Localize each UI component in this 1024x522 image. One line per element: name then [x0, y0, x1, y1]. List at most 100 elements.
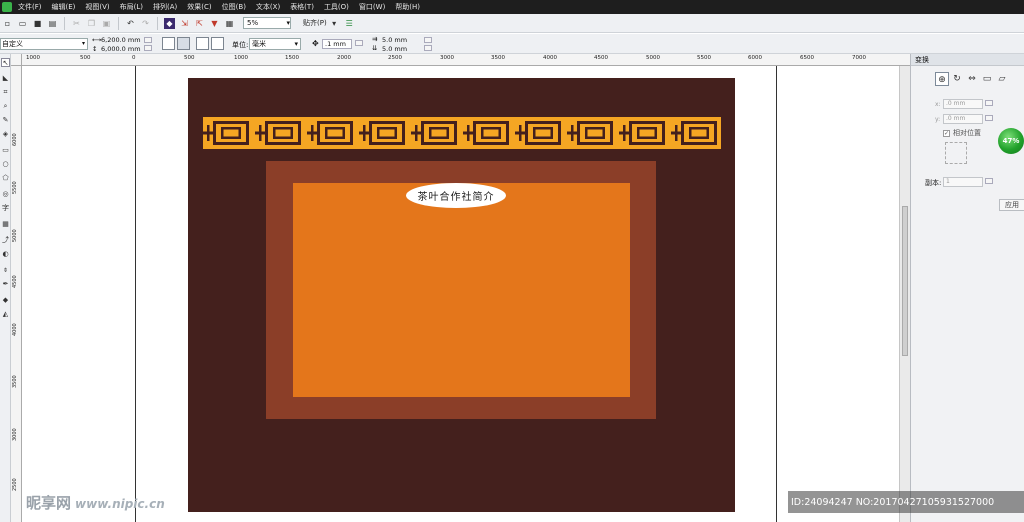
search-content-icon[interactable]: ◆	[164, 17, 175, 29]
units-select[interactable]: 毫米 ▾	[249, 38, 301, 50]
skew-tab-icon[interactable]: ▱	[995, 72, 1009, 86]
save-icon[interactable]: ■	[32, 18, 43, 29]
vertical-scrollbar[interactable]	[899, 66, 910, 522]
anchor-grid[interactable]	[945, 142, 967, 164]
duplicate-y-spinner[interactable]	[424, 45, 432, 51]
menu-tools[interactable]: 工具(O)	[324, 2, 349, 12]
fill-tool-icon[interactable]: ◆	[1, 296, 10, 305]
lattice-cut	[602, 127, 605, 139]
copy-icon[interactable]: ❐	[86, 18, 97, 29]
y-position-field[interactable]: .0 mm	[943, 114, 983, 124]
shape-tool-icon[interactable]: ◣	[1, 74, 10, 83]
duplicate-y-field[interactable]: 5.0 mm	[382, 45, 407, 53]
position-tab-icon[interactable]: ⊕	[935, 72, 949, 86]
page-preset-select[interactable]: 自定义 ▾	[0, 38, 88, 50]
export-icon[interactable]: ⇱	[194, 18, 205, 29]
duplicate-x-field[interactable]: 5.0 mm	[382, 36, 407, 44]
menu-view[interactable]: 视图(V)	[85, 2, 109, 12]
print-icon[interactable]: ▤	[47, 18, 58, 29]
connector-tool-icon[interactable]: ⤴	[1, 236, 10, 245]
intro-title-badge[interactable]: 茶叶合作社简介	[406, 183, 506, 208]
apply-button[interactable]: 应用	[999, 199, 1024, 211]
content-panel[interactable]	[293, 183, 630, 397]
lattice-cut	[506, 121, 509, 145]
menu-effects[interactable]: 效果(C)	[187, 2, 211, 12]
nudge-spinner[interactable]	[355, 40, 363, 46]
pick-tool-icon[interactable]: ↖	[1, 58, 10, 67]
ruler-origin[interactable]	[11, 54, 22, 66]
spiral-tool-icon[interactable]: ◎	[1, 190, 10, 199]
lattice-cut	[689, 127, 709, 130]
new-document-icon[interactable]: ▫	[2, 18, 13, 29]
lattice-cut	[519, 125, 522, 141]
lattice-border[interactable]	[203, 117, 721, 149]
progress-badge[interactable]: 47%	[998, 128, 1024, 154]
size-tab-icon[interactable]: ▭	[980, 72, 994, 86]
menu-table[interactable]: 表格(T)	[290, 2, 314, 12]
open-folder-icon[interactable]: ▭	[17, 18, 28, 29]
snap-to-button[interactable]: 贴齐(P)	[303, 18, 327, 28]
menu-file[interactable]: 文件(F)	[18, 2, 42, 12]
page-width-spinner[interactable]	[144, 37, 152, 43]
interactive-fill-icon[interactable]: ◭	[1, 310, 10, 319]
text-tool-icon[interactable]: 字	[1, 204, 10, 213]
scrollbar-thumb[interactable]	[902, 206, 908, 356]
table-tool-icon[interactable]: ▦	[1, 220, 10, 229]
lattice-cut	[402, 121, 405, 145]
outline-tool-icon[interactable]: ✒	[1, 280, 10, 289]
relative-position-checkbox[interactable]: ✓ 相对位置	[943, 128, 981, 138]
standard-toolbar: ▫ ▭ ■ ▤ ✂ ❐ ▣ ↶ ↷ ◆ ⇲ ⇱ ▼ ▦ 5% ▾ 贴齐(P) ▾…	[0, 14, 1024, 33]
all-pages-button[interactable]	[196, 37, 209, 50]
freehand-tool-icon[interactable]: ✎	[1, 116, 10, 125]
horizontal-ruler[interactable]: 1000 500 0 500 1000 1500 2000 2500 3000 …	[22, 54, 910, 66]
undo-icon[interactable]: ↶	[125, 18, 136, 29]
import-icon[interactable]: ⇲	[179, 18, 190, 29]
rotate-tab-icon[interactable]: ↻	[950, 72, 964, 86]
eyedropper-tool-icon[interactable]: ⌽	[1, 266, 10, 275]
application-launcher-icon[interactable]: ▦	[224, 18, 235, 29]
menu-arrange[interactable]: 排列(A)	[153, 2, 177, 12]
menu-help[interactable]: 帮助(H)	[395, 2, 420, 12]
rectangle-tool-icon[interactable]: ▭	[1, 146, 10, 155]
copies-field[interactable]: 1	[943, 177, 983, 187]
options-icon[interactable]: ☰	[344, 18, 355, 29]
x-position-field[interactable]: .0 mm	[943, 99, 983, 109]
nudge-distance-field[interactable]: .1 mm	[322, 39, 352, 49]
portrait-button[interactable]	[162, 37, 175, 50]
menu-bitmaps[interactable]: 位图(B)	[222, 2, 246, 12]
x-position-spinner[interactable]	[985, 100, 993, 106]
smart-fill-icon[interactable]: ◈	[1, 130, 10, 139]
page-width-field[interactable]: 6,200.0 mm	[101, 36, 141, 44]
redo-icon[interactable]: ↷	[140, 18, 151, 29]
copies-spinner[interactable]	[985, 178, 993, 184]
zoom-tool-icon[interactable]: ⌕	[1, 102, 10, 111]
publish-pdf-icon[interactable]: ▼	[209, 18, 220, 29]
cut-icon[interactable]: ✂	[71, 18, 82, 29]
blend-tool-icon[interactable]: ◐	[1, 250, 10, 259]
units-label: 单位:	[232, 41, 249, 49]
lattice-cut	[454, 121, 457, 145]
polygon-tool-icon[interactable]: ⬠	[1, 174, 10, 183]
crop-tool-icon[interactable]: ⌗	[1, 88, 10, 97]
chevron-down-icon[interactable]: ▾	[329, 18, 340, 29]
scale-tab-icon[interactable]: ⇔	[965, 72, 979, 86]
page-height-field[interactable]: 6,000.0 mm	[101, 45, 141, 53]
menu-layout[interactable]: 布局(L)	[120, 2, 143, 12]
menu-window[interactable]: 窗口(W)	[359, 2, 385, 12]
menu-edit[interactable]: 编辑(E)	[52, 2, 76, 12]
paste-icon[interactable]: ▣	[101, 18, 112, 29]
landscape-button[interactable]	[177, 37, 190, 50]
lattice-cut	[377, 127, 397, 130]
ellipse-tool-icon[interactable]: ○	[1, 160, 10, 169]
zoom-level-select[interactable]: 5% ▾	[243, 17, 291, 29]
lattice-cut	[429, 136, 449, 139]
current-page-button[interactable]	[211, 37, 224, 50]
menu-text[interactable]: 文本(X)	[256, 2, 280, 12]
y-position-spinner[interactable]	[985, 115, 993, 121]
page-height-spinner[interactable]	[144, 45, 152, 51]
ruler-tick: 6000	[748, 55, 762, 61]
lattice-cut	[481, 136, 501, 139]
lattice-cut	[317, 121, 353, 124]
duplicate-x-spinner[interactable]	[424, 37, 432, 43]
vertical-ruler[interactable]: 6000 5500 5000 4500 4000 3500 3000 2500	[11, 66, 22, 522]
